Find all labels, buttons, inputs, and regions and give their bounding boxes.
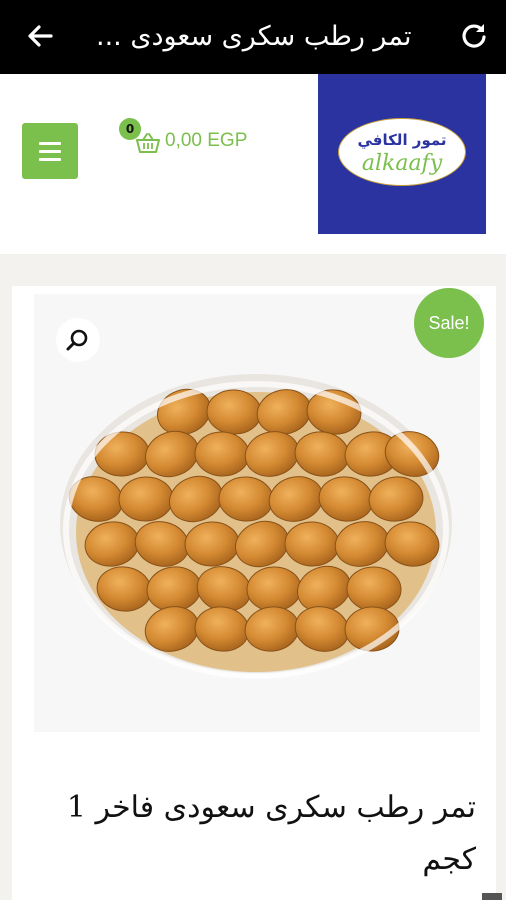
sale-badge: Sale! bbox=[414, 288, 484, 358]
menu-bar bbox=[39, 141, 61, 145]
product-image[interactable] bbox=[34, 294, 480, 732]
search-zoom-icon[interactable] bbox=[56, 318, 100, 362]
logo-arabic-text: تمور الكافي bbox=[357, 131, 447, 149]
site-header: 0 0,00 EGP تمور الكافي alkaafy bbox=[0, 74, 506, 254]
menu-bar bbox=[39, 157, 61, 161]
hamburger-menu-button[interactable] bbox=[22, 123, 78, 179]
site-logo[interactable]: تمور الكافي alkaafy bbox=[318, 74, 486, 234]
arrow-left-icon[interactable] bbox=[22, 18, 58, 54]
product-card: Sale! تمر رطب سكرى سعودى فاخر 1 كجم bbox=[12, 286, 496, 900]
cart-total: 0,00 EGP bbox=[165, 130, 248, 151]
refresh-icon[interactable] bbox=[456, 18, 492, 54]
basket-icon bbox=[135, 132, 163, 156]
product-title[interactable]: تمر رطب سكرى سعودى فاخر 1 كجم bbox=[32, 782, 476, 886]
page-title: تمر رطب سكرى سعودى ... bbox=[96, 21, 412, 52]
logo-emblem: تمور الكافي alkaafy bbox=[338, 118, 466, 186]
logo-english-text: alkaafy bbox=[361, 151, 443, 176]
app-toolbar: تمر رطب سكرى سعودى ... bbox=[0, 0, 506, 74]
menu-bar bbox=[39, 149, 61, 153]
scrollbar[interactable] bbox=[482, 893, 502, 900]
